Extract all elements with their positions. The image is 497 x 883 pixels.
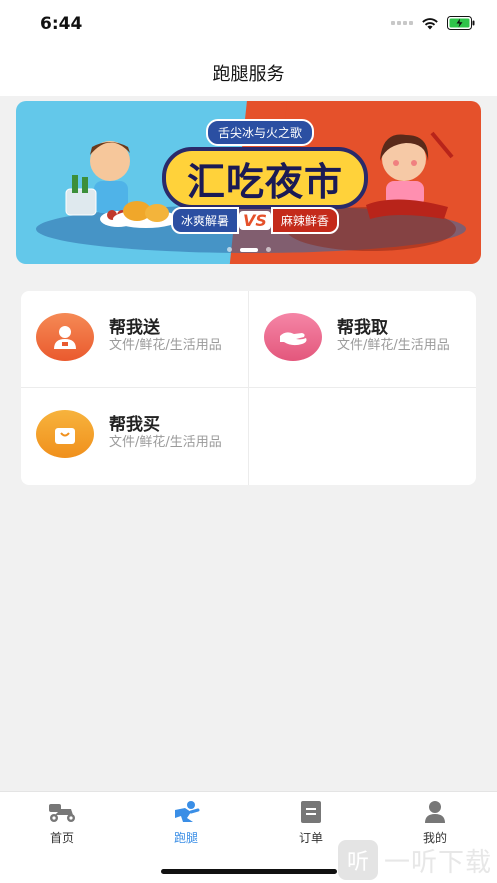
service-subtitle: 文件/鲜花/生活用品 xyxy=(109,435,222,450)
home-indicator[interactable] xyxy=(161,869,337,874)
service-send[interactable]: 帮我送 文件/鲜花/生活用品 xyxy=(21,291,248,387)
page-title: 跑腿服务 xyxy=(212,64,285,85)
carousel-indicator xyxy=(16,247,481,252)
carousel-dot[interactable] xyxy=(226,247,232,252)
wifi-icon xyxy=(422,17,438,29)
document-icon xyxy=(271,800,351,824)
promo-banner[interactable]: 舌尖冰与火之歌 汇吃夜市 冰爽解暑 VS 麻辣鲜香 xyxy=(16,101,481,264)
status-time: 6:44 xyxy=(40,14,83,34)
banner-vs: VS xyxy=(239,210,271,230)
battery-charging-icon xyxy=(447,16,475,30)
service-title: 帮我送 xyxy=(109,318,160,338)
banner-headline: 汇吃夜市 xyxy=(186,159,343,204)
tab-label: 跑腿 xyxy=(173,831,198,845)
tab-label: 首页 xyxy=(49,831,74,845)
service-buy[interactable]: 帮我买 文件/鲜花/生活用品 xyxy=(21,388,248,484)
banner-tagline: 舌尖冰与火之歌 xyxy=(206,119,315,146)
tab-home[interactable]: 首页 xyxy=(22,800,102,846)
watermark: 听 一听下载 xyxy=(338,840,492,880)
person-delivery-icon xyxy=(36,313,94,361)
watermark-text: 一听下载 xyxy=(384,847,493,878)
carousel-dot[interactable] xyxy=(265,247,271,252)
girl-illustration xyxy=(366,131,454,219)
service-subtitle: 文件/鲜花/生活用品 xyxy=(337,338,450,353)
scooter-icon xyxy=(22,800,102,824)
banner-headline-box: 汇吃夜市 xyxy=(162,147,368,209)
banner-right-label: 麻辣鲜香 xyxy=(270,206,339,234)
hand-receive-icon xyxy=(264,313,322,361)
service-pickup[interactable]: 帮我取 文件/鲜花/生活用品 xyxy=(249,291,476,387)
banner-left-label: 冰爽解暑 xyxy=(171,206,240,234)
banner-vs-bar: 冰爽解暑 VS 麻辣鲜香 xyxy=(171,206,367,234)
watermark-logo: 听 xyxy=(338,840,378,880)
shopping-bag-icon xyxy=(36,410,94,458)
tab-errand[interactable]: 跑腿 xyxy=(146,800,226,846)
user-icon xyxy=(395,800,475,824)
service-title: 帮我取 xyxy=(337,318,388,338)
service-title: 帮我买 xyxy=(109,415,160,435)
service-subtitle: 文件/鲜花/生活用品 xyxy=(109,338,222,353)
service-grid: 帮我送 文件/鲜花/生活用品 帮我取 文件/鲜花/生活用品 帮我买 文件/鲜花/… xyxy=(21,291,476,485)
runner-icon xyxy=(146,800,226,824)
cellular-signal-icon xyxy=(391,21,413,25)
top-bar: 6:44 跑腿服务 xyxy=(0,0,497,96)
carousel-dot-active[interactable] xyxy=(239,247,258,252)
status-icons xyxy=(391,16,475,30)
